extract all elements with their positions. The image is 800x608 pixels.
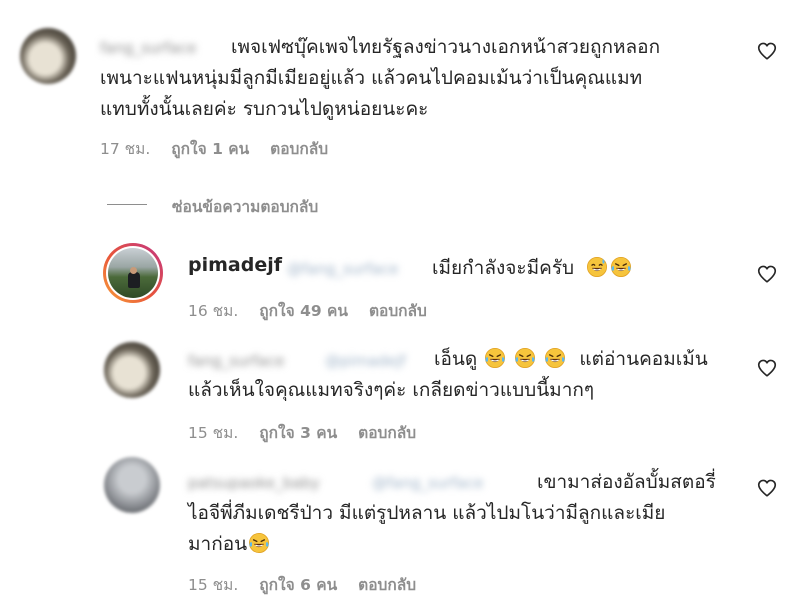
like-count[interactable]: ถูกใจ 3 คน bbox=[259, 424, 337, 442]
reply-text-content: มาก่อน bbox=[188, 533, 248, 555]
avatar-photo bbox=[108, 248, 158, 298]
like-heart-icon[interactable] bbox=[756, 40, 778, 62]
comment-text-line: เพจเฟซบุ๊คเพจไทยรัฐลงข่าวนางเอกหน้าสวยถู… bbox=[231, 36, 661, 58]
tears-of-joy-emoji-icon bbox=[248, 532, 270, 554]
comment-text-line: แทบทั้งนั้นเลยค่ะ รบกวนไปดูหน่อยนะคะ bbox=[100, 98, 429, 120]
like-heart-icon[interactable] bbox=[756, 263, 778, 285]
hide-replies-button[interactable]: ซ่อนข้อความตอบกลับ bbox=[172, 194, 318, 219]
reply-button[interactable]: ตอบกลับ bbox=[358, 424, 416, 442]
reply-text-content: เอ็นดู bbox=[434, 348, 478, 370]
timestamp: 15 ชม. bbox=[188, 576, 239, 594]
reply-text-line: แล้วเห็นใจคุณแมทจริงๆค่ะ เกลียดข่าวแบบนี… bbox=[188, 379, 595, 401]
reply-text-line: เขามาส่องอัลบั้มสตอรี่ bbox=[537, 471, 716, 493]
like-count[interactable]: ถูกใจ 1 คน bbox=[171, 140, 249, 158]
avatar[interactable] bbox=[104, 457, 160, 513]
like-heart-icon[interactable] bbox=[756, 357, 778, 379]
tears-of-joy-emoji-icon bbox=[610, 256, 632, 278]
username[interactable]: fang_surface bbox=[100, 39, 196, 57]
mention[interactable]: @fang_surface bbox=[287, 260, 398, 278]
mention[interactable]: @fang_surface bbox=[372, 474, 483, 492]
reply-text: เมียกำลังจะมีครับ bbox=[432, 253, 633, 284]
username[interactable]: fang_surface bbox=[188, 352, 284, 370]
avatar-story-ring[interactable] bbox=[103, 243, 163, 303]
like-heart-icon[interactable] bbox=[756, 477, 778, 499]
avatar[interactable] bbox=[104, 342, 160, 398]
reply-text-content: แต่อ่านคอมเม้น bbox=[579, 348, 708, 370]
timestamp: 16 ชม. bbox=[188, 302, 239, 320]
reply-text-line: ไอจีพี่ภีมเดชรีป่าว มีแต่รูปหลาน แล้วไปม… bbox=[188, 502, 666, 524]
reply-button[interactable]: ตอบกลับ bbox=[270, 140, 328, 158]
reply-meta: 15 ชม. ถูกใจ 3 คน ตอบกลับ bbox=[188, 420, 432, 445]
reply-text-content: เมียกำลังจะมีครับ bbox=[432, 257, 575, 279]
timestamp: 15 ชม. bbox=[188, 424, 239, 442]
reply-line: pimadejf bbox=[188, 254, 282, 276]
mention[interactable]: @pimadejf bbox=[325, 352, 406, 370]
reply-button[interactable]: ตอบกลับ bbox=[358, 576, 416, 594]
sweat-smile-emoji-icon bbox=[586, 256, 608, 278]
username[interactable]: pimadejf bbox=[188, 254, 282, 276]
avatar[interactable] bbox=[20, 28, 76, 84]
reply-button[interactable]: ตอบกลับ bbox=[369, 302, 427, 320]
tears-of-joy-emoji-icon bbox=[544, 347, 566, 369]
timestamp: 17 ชม. bbox=[100, 140, 151, 158]
tears-of-joy-emoji-icon bbox=[514, 347, 536, 369]
comment-meta: 17 ชม. ถูกใจ 1 คน ตอบกลับ bbox=[100, 136, 344, 161]
reply-text-line: เอ็นดู แต่อ่านคอมเม้น bbox=[434, 344, 708, 375]
tears-of-joy-emoji-icon bbox=[484, 347, 506, 369]
username[interactable]: patsupaoke_baby bbox=[188, 474, 320, 492]
replies-divider bbox=[107, 204, 147, 205]
reply-text-line: มาก่อน bbox=[188, 529, 271, 560]
like-count[interactable]: ถูกใจ 49 คน bbox=[259, 302, 348, 320]
reply-meta: 16 ชม. ถูกใจ 49 คน ตอบกลับ bbox=[188, 298, 443, 323]
reply-meta: 15 ชม. ถูกใจ 6 คน ตอบกลับ bbox=[188, 572, 432, 597]
comment-text-line: เพนาะแฟนหนุ่มมีลูกมีเมียอยู่แล้ว แล้วคนไ… bbox=[100, 67, 643, 89]
like-count[interactable]: ถูกใจ 6 คน bbox=[259, 576, 337, 594]
